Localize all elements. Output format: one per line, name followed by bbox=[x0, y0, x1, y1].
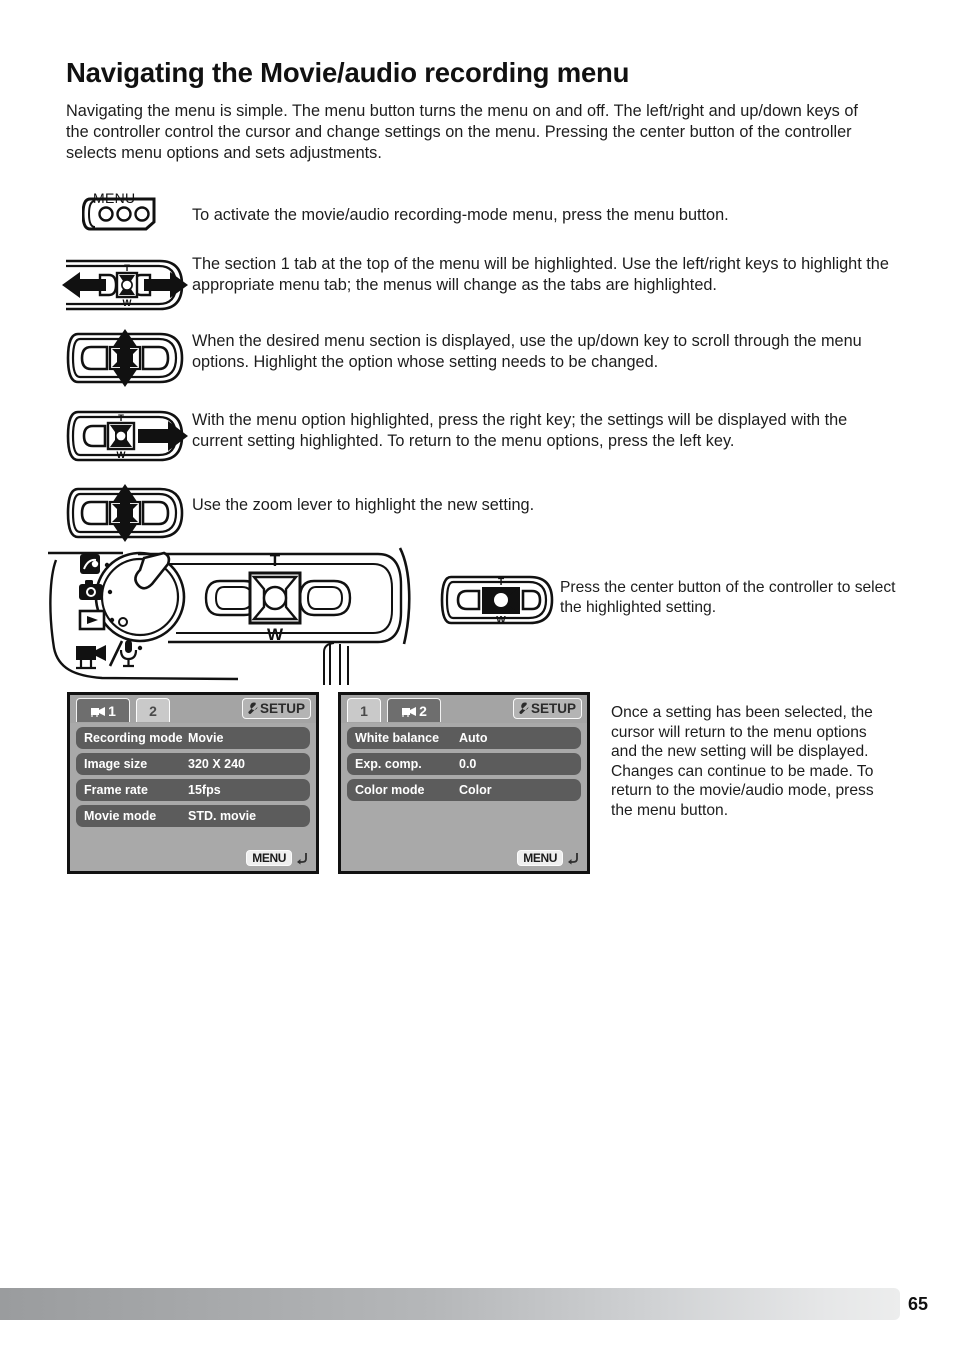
wrench-icon bbox=[248, 702, 258, 714]
step-1-text: To activate the movie/audio recording-mo… bbox=[192, 206, 729, 224]
menu-return-label: MENU bbox=[246, 850, 292, 866]
zoom-tele-label: T bbox=[270, 551, 281, 570]
playback-mode-icon bbox=[78, 609, 106, 631]
controller-up-down-icon bbox=[66, 329, 184, 387]
menu-row[interactable]: White balance Auto bbox=[347, 727, 581, 749]
movie-camera-icon bbox=[402, 706, 417, 717]
menu-row[interactable]: Color mode Color bbox=[347, 779, 581, 801]
menu-button-label: MENU bbox=[93, 190, 136, 206]
tab-section-2-label: 2 bbox=[149, 702, 157, 719]
center-tele-label: T bbox=[498, 577, 504, 588]
controller-left-right-illustration: T W bbox=[60, 255, 190, 315]
lcd-right-footer: MENU bbox=[341, 845, 587, 871]
camera-top-icon: T W bbox=[48, 547, 411, 685]
tab-setup-label: SETUP bbox=[259, 701, 305, 716]
menu-row[interactable]: Image size 320 X 240 bbox=[76, 753, 310, 775]
final-note-text: Once a setting has been selected, the cu… bbox=[611, 704, 874, 819]
movie-camera-icon bbox=[91, 706, 106, 717]
center-wide-label: W bbox=[496, 615, 506, 626]
menu-return-label: MENU bbox=[517, 850, 563, 866]
controller-left-right-icon: T W bbox=[62, 259, 188, 311]
controller-center-button-icon: T W bbox=[440, 575, 554, 626]
manual-page: Navigating the Movie/audio recording men… bbox=[0, 0, 954, 1352]
lcd-right-tabbar: 1 2 SETUP bbox=[341, 695, 587, 723]
lcd-screen-section-1: 1 2 SETUP Recording mode Movie Image siz… bbox=[67, 692, 319, 874]
lcd-left-rows: Recording mode Movie Image size 320 X 24… bbox=[70, 723, 316, 845]
lcd-right-rows: White balance Auto Exp. comp. 0.0 Color … bbox=[341, 723, 587, 845]
tab-section-2[interactable]: 2 bbox=[136, 698, 170, 722]
camera-top-illustration: T W bbox=[48, 540, 448, 685]
intro-paragraph: Navigating the menu is simple. The menu … bbox=[66, 102, 858, 163]
return-arrow-icon bbox=[297, 853, 307, 865]
tab-section-1[interactable]: 1 bbox=[347, 698, 381, 722]
movie-audio-mode-icon bbox=[76, 640, 138, 670]
menu-row[interactable]: Recording mode Movie bbox=[76, 727, 310, 749]
step-2-text: The section 1 tab at the top of the menu… bbox=[192, 255, 889, 295]
tab-setup-label: SETUP bbox=[530, 701, 576, 716]
menu-row-label: White balance bbox=[355, 731, 440, 745]
menu-row-value: 0.0 bbox=[459, 757, 477, 771]
page-footer-bar bbox=[0, 1288, 900, 1320]
page-title: Navigating the Movie/audio recording men… bbox=[66, 57, 630, 88]
center-press-text: Press the center button of the controlle… bbox=[560, 579, 896, 616]
svg-text:W: W bbox=[117, 450, 126, 461]
menu-row-value: 320 X 240 bbox=[188, 757, 245, 771]
menu-row[interactable]: Frame rate 15fps bbox=[76, 779, 310, 801]
menu-row-value: Auto bbox=[459, 731, 488, 745]
menu-row[interactable]: Movie mode STD. movie bbox=[76, 805, 310, 827]
lcd-left-footer: MENU bbox=[70, 845, 316, 871]
tab-section-1[interactable]: 1 bbox=[76, 698, 130, 722]
menu-row-value: 15fps bbox=[188, 783, 221, 797]
menu-row[interactable]: Exp. comp. 0.0 bbox=[347, 753, 581, 775]
menu-button-illustration: MENU bbox=[82, 190, 182, 249]
step-4-text: With the menu option highlighted, press … bbox=[192, 411, 848, 451]
svg-text:W: W bbox=[123, 298, 132, 309]
return-arrow-icon bbox=[568, 853, 578, 865]
svg-text:T: T bbox=[124, 263, 130, 274]
menu-row-label: Frame rate bbox=[84, 783, 148, 797]
menu-row-value: Color bbox=[459, 783, 492, 797]
controller-right-icon: T W bbox=[66, 410, 188, 462]
controller-center-press-illustration: T W bbox=[435, 572, 560, 628]
menu-row-label: Image size bbox=[84, 757, 148, 771]
menu-row-label: Recording mode bbox=[84, 731, 183, 745]
svg-text:T: T bbox=[118, 413, 124, 424]
controller-right-illustration: T W bbox=[60, 406, 190, 466]
zoom-wide-label: W bbox=[267, 625, 284, 644]
menu-row-label: Movie mode bbox=[84, 809, 157, 823]
scene-mode-icon bbox=[80, 554, 100, 574]
page-number: 65 bbox=[907, 1294, 928, 1314]
lcd-screen-section-2: 1 2 SETUP White balance Auto Exp. comp. … bbox=[338, 692, 590, 874]
tab-section-1-label: 1 bbox=[360, 702, 368, 719]
wrench-icon bbox=[519, 702, 529, 714]
menu-row-value: Movie bbox=[188, 731, 224, 745]
tab-setup[interactable]: SETUP bbox=[241, 698, 311, 719]
tab-section-1-label: 1 bbox=[108, 702, 116, 719]
step-3-text: When the desired menu section is display… bbox=[192, 332, 862, 372]
menu-row-label: Exp. comp. bbox=[355, 757, 422, 771]
menu-row-value: STD. movie bbox=[188, 809, 257, 823]
zoom-lever-up-down-icon bbox=[66, 484, 184, 542]
menu-row-label: Color mode bbox=[355, 783, 425, 797]
tab-section-2[interactable]: 2 bbox=[387, 698, 441, 722]
tab-setup[interactable]: SETUP bbox=[512, 698, 582, 719]
lcd-left-tabbar: 1 2 SETUP bbox=[70, 695, 316, 723]
controller-up-down-illustration bbox=[60, 328, 190, 388]
tab-section-2-label: 2 bbox=[419, 702, 427, 719]
zoom-lever-illustration bbox=[60, 483, 190, 543]
step-5-text: Use the zoom lever to highlight the new … bbox=[192, 496, 535, 514]
